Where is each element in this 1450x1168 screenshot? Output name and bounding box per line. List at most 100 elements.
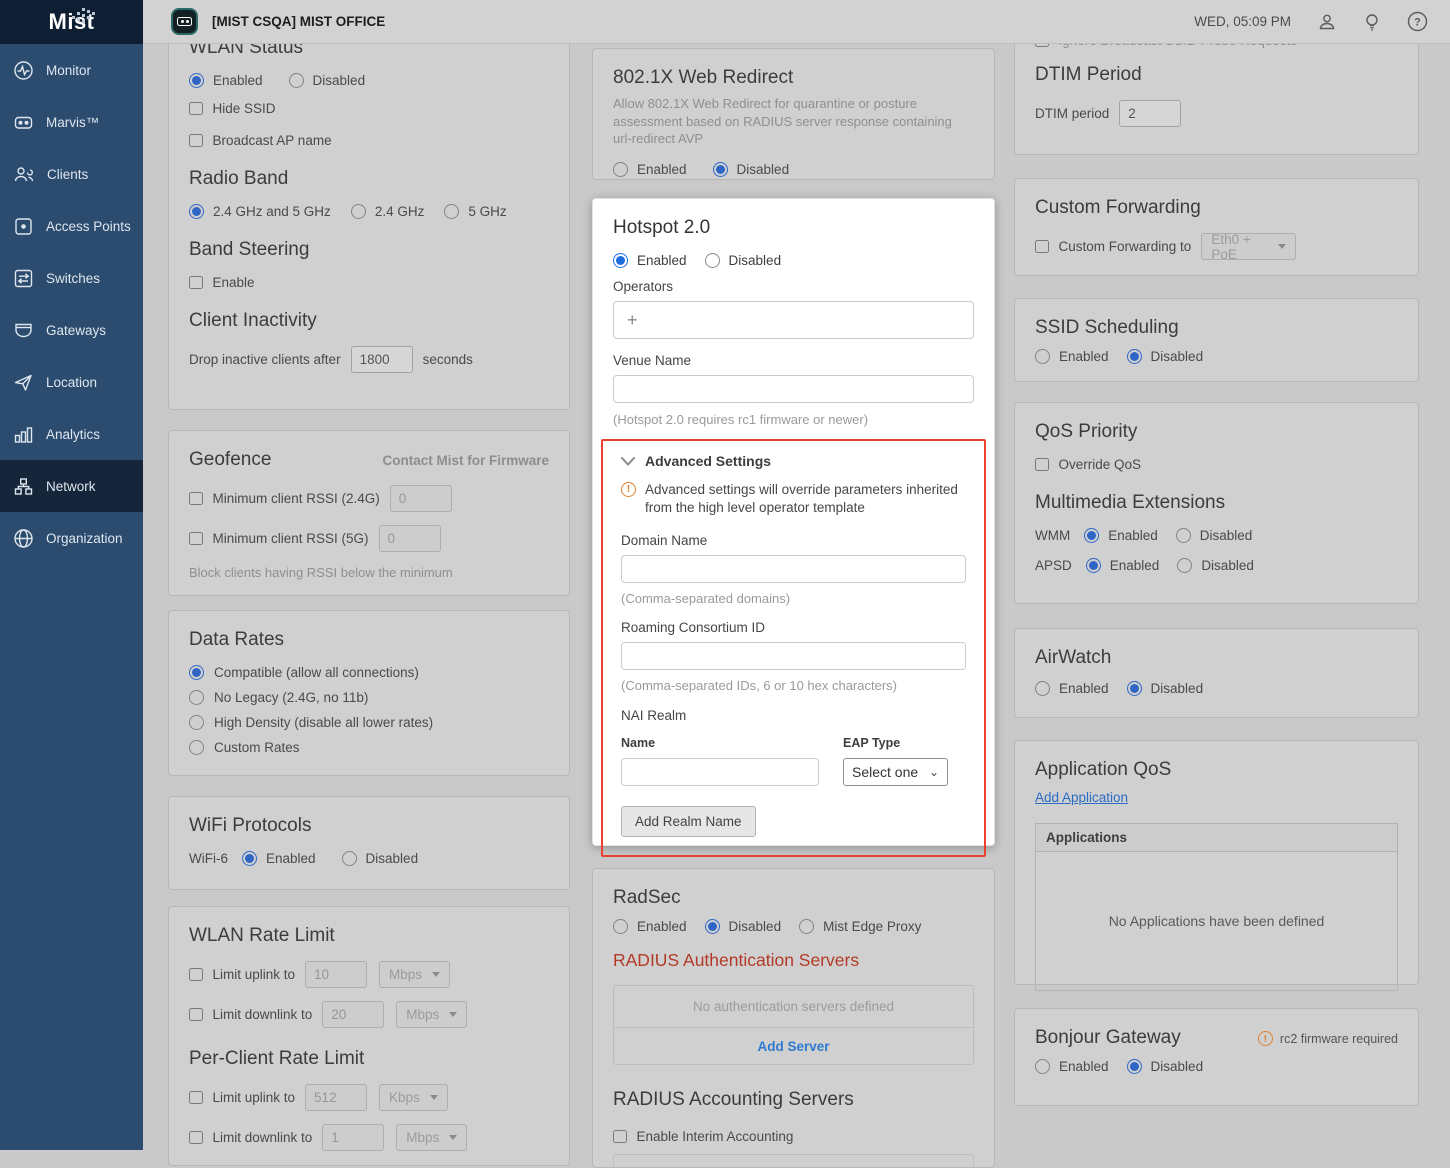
ssid-scheduling-title: SSID Scheduling: [1035, 317, 1398, 339]
ssid-sched-disabled-option[interactable]: Disabled: [1127, 349, 1204, 364]
interim-accounting-row[interactable]: Enable Interim Accounting: [613, 1129, 974, 1144]
wlan-status-disabled-option[interactable]: Disabled: [289, 73, 366, 88]
radsec-enabled-option[interactable]: Enabled: [613, 919, 687, 934]
dtim-input[interactable]: [1119, 100, 1181, 127]
sidebar-item-location[interactable]: Location: [0, 356, 143, 408]
help-icon[interactable]: ?: [1407, 11, 1428, 32]
data-rates-compatible-option[interactable]: Compatible (allow all connections): [189, 665, 549, 680]
apsd-label: APSD: [1035, 558, 1072, 573]
nai-name-label: Name: [621, 736, 819, 750]
add-application-link[interactable]: Add Application: [1035, 790, 1128, 805]
bonjour-disabled-option[interactable]: Disabled: [1127, 1059, 1204, 1074]
select-value: Select one: [852, 764, 918, 780]
data-rates-custom-option[interactable]: Custom Rates: [189, 740, 549, 755]
sidebar-item-clients[interactable]: Clients: [0, 148, 143, 200]
wmm-enabled-option[interactable]: Enabled: [1084, 528, 1158, 543]
user-icon[interactable]: [1317, 12, 1337, 32]
plus-icon: +: [627, 310, 638, 331]
web-redirect-disabled-option[interactable]: Disabled: [713, 162, 790, 177]
analytics-icon: [13, 424, 34, 445]
checkbox-icon[interactable]: [189, 492, 203, 506]
checkbox-icon[interactable]: [189, 532, 203, 546]
radio-icon: [1084, 528, 1099, 543]
band-steering-title: Band Steering: [189, 239, 549, 261]
marvis-icon: [13, 112, 34, 133]
sidebar-item-network[interactable]: Network: [0, 460, 143, 512]
domain-name-input[interactable]: [621, 555, 966, 583]
apsd-disabled-option[interactable]: Disabled: [1177, 558, 1254, 573]
option-label: Compatible (allow all connections): [214, 665, 419, 680]
client-uplink-row: Limit uplink to Kbps: [189, 1084, 549, 1111]
add-server-link[interactable]: Add Server: [614, 1028, 973, 1064]
radio-band-24-option[interactable]: 2.4 GHz: [351, 204, 425, 219]
radio-icon: [1035, 1059, 1050, 1074]
band-steering-enable-row[interactable]: Enable: [189, 275, 549, 290]
inactivity-seconds-input[interactable]: [351, 346, 413, 373]
sidebar-item-analytics[interactable]: Analytics: [0, 408, 143, 460]
radio-icon: [1127, 1059, 1142, 1074]
mist-logo[interactable]: Mist: [0, 0, 143, 44]
checkbox-icon[interactable]: [189, 1008, 203, 1022]
radsec-disabled-option[interactable]: Disabled: [705, 919, 782, 934]
roaming-consortium-input[interactable]: [621, 642, 966, 670]
bonjour-radios: Enabled Disabled: [1035, 1059, 1398, 1074]
sidebar-item-gateways[interactable]: Gateways: [0, 304, 143, 356]
chevron-down-icon: [430, 1095, 438, 1100]
radio-band-both-option[interactable]: 2.4 GHz and 5 GHz: [189, 204, 331, 219]
checkbox-icon[interactable]: [189, 1091, 203, 1105]
web-redirect-enabled-option[interactable]: Enabled: [613, 162, 687, 177]
checkbox-icon[interactable]: [189, 1131, 203, 1145]
wifi6-enabled-option[interactable]: Enabled: [242, 851, 316, 866]
radio-icon: [1127, 681, 1142, 696]
hide-ssid-checkbox-row[interactable]: Hide SSID: [189, 101, 549, 116]
nai-name-input[interactable]: [621, 758, 819, 786]
radius-auth-title: RADIUS Authentication Servers: [613, 950, 974, 971]
venue-name-label: Venue Name: [613, 353, 974, 368]
airwatch-enabled-option[interactable]: Enabled: [1035, 681, 1109, 696]
advanced-settings-header[interactable]: Advanced Settings: [621, 453, 966, 469]
checkbox-icon[interactable]: [1035, 240, 1049, 254]
checkbox-icon: [1035, 458, 1049, 472]
ssid-sched-enabled-option[interactable]: Enabled: [1035, 349, 1109, 364]
sidebar-item-marvis[interactable]: Marvis™: [0, 96, 143, 148]
wifi6-disabled-option[interactable]: Disabled: [342, 851, 419, 866]
eap-type-select[interactable]: Select one⌄: [843, 758, 948, 786]
radio-icon: [705, 253, 720, 268]
venue-name-input[interactable]: [613, 375, 974, 403]
data-rates-highdensity-option[interactable]: High Density (disable all lower rates): [189, 715, 549, 730]
add-realm-name-button[interactable]: Add Realm Name: [621, 806, 756, 837]
radio-band-5-option[interactable]: 5 GHz: [444, 204, 506, 219]
firmware-note-text: rc2 firmware required: [1280, 1032, 1398, 1046]
bonjour-enabled-option[interactable]: Enabled: [1035, 1059, 1109, 1074]
radsec-proxy-option[interactable]: Mist Edge Proxy: [799, 919, 921, 934]
radio-icon: [342, 851, 357, 866]
wmm-disabled-option[interactable]: Disabled: [1176, 528, 1253, 543]
sidebar-item-access-points[interactable]: Access Points: [0, 200, 143, 252]
card-rate-limits: WLAN Rate Limit Limit uplink to Mbps Lim…: [168, 906, 570, 1166]
lightbulb-icon[interactable]: [1363, 12, 1381, 32]
dtim-title: DTIM Period: [1035, 64, 1398, 86]
airwatch-disabled-option[interactable]: Disabled: [1127, 681, 1204, 696]
sidebar-item-switches[interactable]: Switches: [0, 252, 143, 304]
warning-text: Advanced settings will override paramete…: [645, 481, 966, 517]
org-avatar[interactable]: [171, 8, 198, 35]
hotspot-radios: Enabled Disabled: [613, 253, 974, 268]
hotspot-enabled-option[interactable]: Enabled: [613, 253, 687, 268]
card-radsec: RadSec Enabled Disabled Mist Edge Proxy …: [592, 868, 995, 1168]
ssid-scheduling-radios: Enabled Disabled: [1035, 349, 1398, 364]
apsd-enabled-option[interactable]: Enabled: [1086, 558, 1160, 573]
broadcast-ap-checkbox-row[interactable]: Broadcast AP name: [189, 133, 549, 148]
data-rates-nolegacy-option[interactable]: No Legacy (2.4G, no 11b): [189, 690, 549, 705]
card-bonjour: Bonjour Gateway ! rc2 firmware required …: [1014, 1008, 1419, 1106]
operators-add-box[interactable]: +: [613, 301, 974, 339]
radio-icon: [705, 919, 720, 934]
sidebar-item-monitor[interactable]: Monitor: [0, 44, 143, 96]
checkbox-icon[interactable]: [189, 968, 203, 982]
sidebar-item-label: Analytics: [46, 427, 100, 442]
wlan-status-enabled-option[interactable]: Enabled: [189, 73, 263, 88]
hotspot-disabled-option[interactable]: Disabled: [705, 253, 782, 268]
sidebar-item-organization[interactable]: Organization: [0, 512, 143, 564]
override-qos-row[interactable]: Override QoS: [1035, 457, 1398, 472]
acct-servers-box: [613, 1154, 974, 1168]
network-icon: [13, 476, 34, 497]
